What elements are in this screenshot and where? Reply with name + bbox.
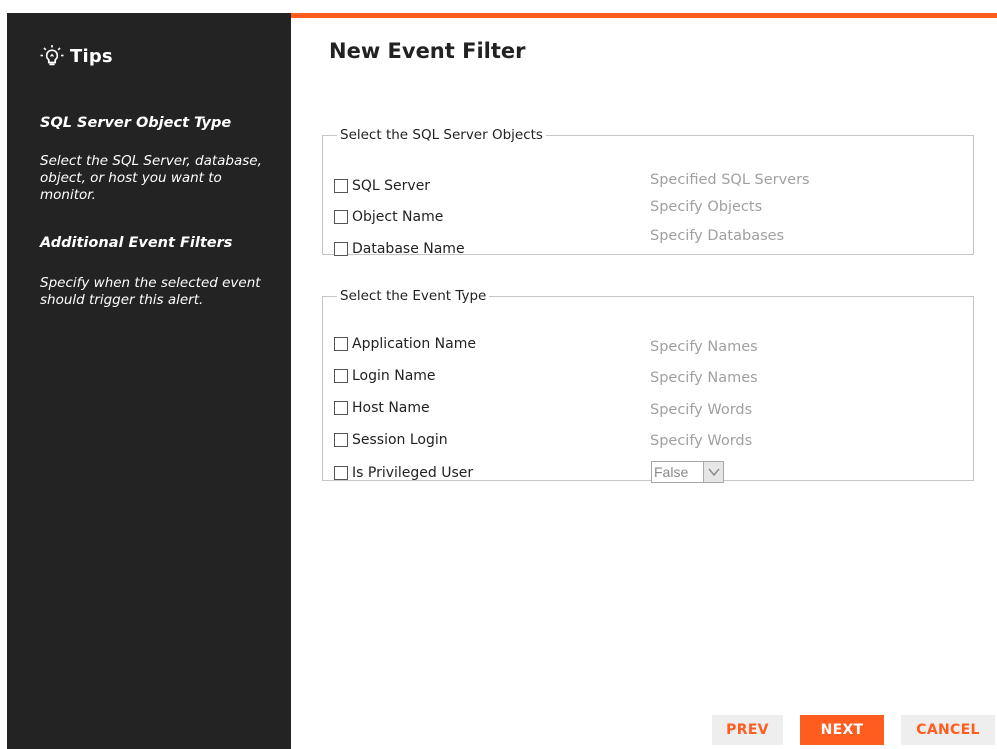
- is-privileged-user-select-value: False: [654, 464, 689, 480]
- accent-bar: [291, 13, 997, 18]
- tip-body-event-filters: Specify when the selected event should t…: [40, 275, 261, 308]
- database-name-label: Database Name: [352, 241, 465, 257]
- host-name-label: Host Name: [352, 400, 430, 416]
- tip-heading-object-type: SQL Server Object Type: [40, 115, 232, 131]
- host-name-checkbox[interactable]: [334, 401, 348, 415]
- tip-heading-event-filters: Additional Event Filters: [40, 235, 233, 251]
- host-name-option[interactable]: Host Name: [334, 398, 430, 418]
- host-name-specify-words-link[interactable]: Specify Words: [650, 402, 752, 418]
- is-privileged-user-checkbox[interactable]: [334, 466, 348, 480]
- session-login-specify-words-link[interactable]: Specify Words: [650, 433, 752, 449]
- login-name-checkbox[interactable]: [334, 369, 348, 383]
- tip-body-object-type: Select the SQL Server, database, object,…: [40, 153, 262, 203]
- sql-server-checkbox[interactable]: [334, 179, 348, 193]
- is-privileged-user-option[interactable]: Is Privileged User: [334, 463, 473, 483]
- specify-objects-link[interactable]: Specify Objects: [650, 199, 762, 215]
- is-privileged-user-label: Is Privileged User: [352, 465, 474, 481]
- tips-title: Tips: [70, 45, 113, 67]
- database-name-checkbox[interactable]: [334, 242, 348, 256]
- specify-databases-link[interactable]: Specify Databases: [650, 228, 784, 244]
- sql-server-label: SQL Server: [352, 178, 431, 194]
- specified-sql-servers-link[interactable]: Specified SQL Servers: [650, 172, 810, 188]
- object-name-option[interactable]: Object Name: [334, 207, 443, 227]
- prev-button[interactable]: PREV: [712, 715, 783, 745]
- login-name-specify-names-link[interactable]: Specify Names: [650, 370, 758, 386]
- session-login-option[interactable]: Session Login: [334, 430, 448, 450]
- next-button[interactable]: NEXT: [800, 715, 884, 745]
- session-login-label: Session Login: [352, 432, 448, 448]
- lightbulb-icon: [40, 44, 64, 68]
- login-name-option[interactable]: Login Name: [334, 366, 436, 386]
- cancel-button[interactable]: CANCEL: [901, 715, 995, 745]
- sql-server-objects-group: Select the SQL Server Objects SQL Server…: [322, 127, 974, 257]
- page-title: New Event Filter: [329, 39, 526, 63]
- sql-server-objects-legend: Select the SQL Server Objects: [340, 127, 543, 143]
- session-login-checkbox[interactable]: [334, 433, 348, 447]
- event-type-group: Select the Event Type Application Name L…: [322, 288, 974, 483]
- application-name-checkbox[interactable]: [334, 337, 348, 351]
- object-name-label: Object Name: [352, 209, 444, 225]
- is-privileged-user-select[interactable]: False: [651, 461, 724, 483]
- login-name-label: Login Name: [352, 368, 436, 384]
- application-name-label: Application Name: [352, 336, 476, 352]
- database-name-option[interactable]: Database Name: [334, 239, 465, 259]
- chevron-down-icon[interactable]: [703, 462, 723, 482]
- application-name-option[interactable]: Application Name: [334, 334, 476, 354]
- application-name-specify-names-link[interactable]: Specify Names: [650, 339, 758, 355]
- object-name-checkbox[interactable]: [334, 210, 348, 224]
- tips-header: Tips: [40, 44, 113, 68]
- tips-sidebar: Tips SQL Server Object Type Select the S…: [7, 13, 291, 749]
- sql-server-option[interactable]: SQL Server: [334, 176, 430, 196]
- event-type-legend: Select the Event Type: [340, 288, 487, 304]
